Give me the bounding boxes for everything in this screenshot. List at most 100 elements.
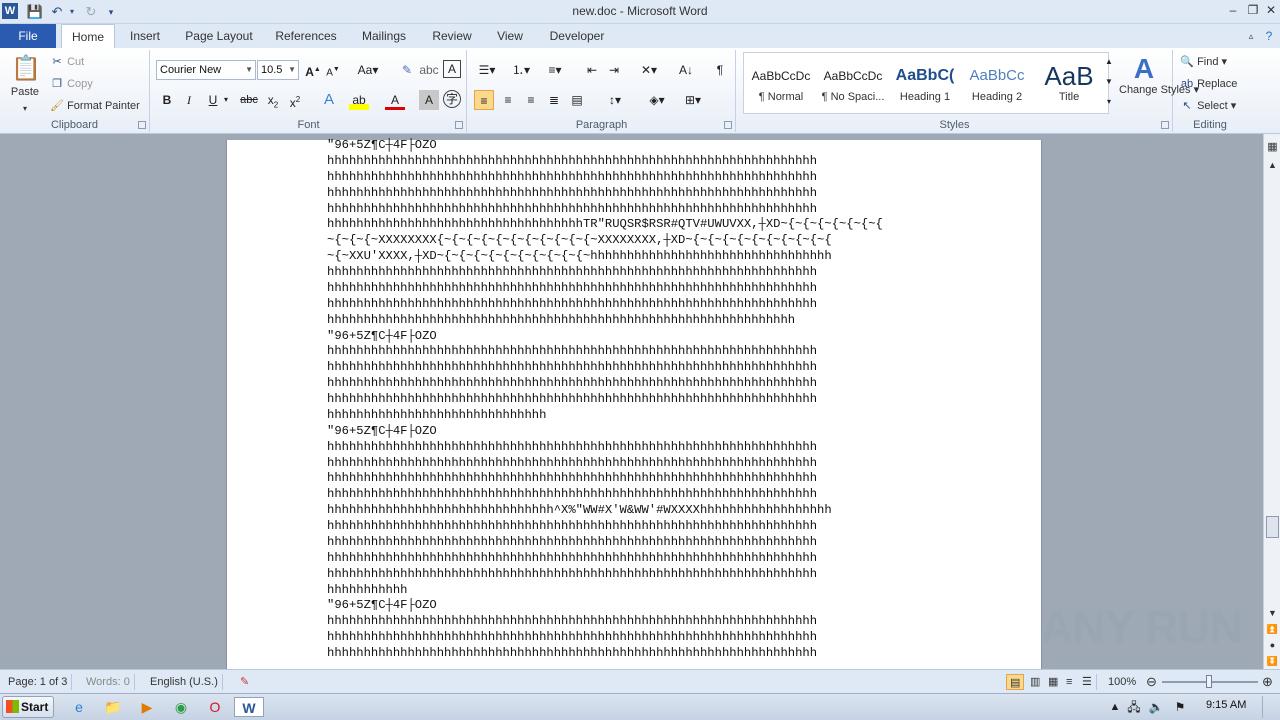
show-formatting-marks-icon[interactable]: ¶	[710, 60, 730, 80]
action-center-flag-icon[interactable]: ⚑	[1172, 697, 1188, 717]
chrome-icon[interactable]: ◉	[170, 697, 192, 717]
style-heading-2[interactable]: AaBbCc Heading 2	[962, 57, 1032, 113]
document-line[interactable]: hhhhhhhhhhhhhhhhhhhhhhhhhhhhhhhhhhhhhhhh…	[327, 567, 947, 583]
style-normal[interactable]: AaBbCcDc ¶ Normal	[746, 57, 816, 113]
phonetic-guide-icon[interactable]: abc	[419, 60, 439, 80]
document-line[interactable]: hhhhhhhhhhhhhhhhhhhhhhhhhhhhhhhhhhhhhhhh…	[327, 630, 947, 646]
styles-more-icon[interactable]: ▾	[1103, 92, 1115, 112]
document-line[interactable]: hhhhhhhhhhhhhhhhhhhhhhhhhhhhhhhhhhhhhhhh…	[327, 154, 947, 170]
paste-button[interactable]: 📋 Paste ▾	[8, 54, 42, 117]
document-line[interactable]: hhhhhhhhhhhhhhhhhhhhhhhhhhhhhhhhhhhhhhhh…	[327, 186, 947, 202]
superscript-icon[interactable]: x2	[285, 90, 305, 110]
word-taskbar-icon[interactable]: W	[234, 697, 264, 717]
change-case-icon[interactable]: Aa▾	[355, 60, 381, 80]
internet-explorer-icon[interactable]: e	[68, 697, 90, 717]
font-color-icon[interactable]: A	[385, 90, 405, 110]
zoom-out-icon[interactable]: ⊖	[1142, 674, 1161, 690]
document-line[interactable]: hhhhhhhhhhhhhhhhhhhhhhhhhhhhhhhhhhhTR"RU…	[327, 217, 947, 233]
multilevel-list-icon[interactable]: ≡▾	[542, 60, 568, 80]
bold-icon[interactable]: B	[157, 90, 177, 110]
outline-icon[interactable]: ≡	[1062, 674, 1076, 690]
copy-button[interactable]: ❐ Copy	[50, 76, 93, 92]
document-line[interactable]: hhhhhhhhhhh	[327, 583, 947, 599]
numbering-icon[interactable]: ⒈▾	[508, 60, 534, 80]
document-page[interactable]: "96+5Z¶C┼4F├OZO hhhhhhhhhhhhhhhhhhhhhhhhh…	[226, 138, 1042, 669]
document-line[interactable]: hhhhhhhhhhhhhhhhhhhhhhhhhhhhhhhhhhhhhhhh…	[327, 614, 947, 630]
minimize-ribbon-icon[interactable]: ▵	[1244, 24, 1258, 48]
select-browse-object-icon[interactable]: ●	[1266, 638, 1279, 652]
document-line[interactable]: hhhhhhhhhhhhhhhhhhhhhhhhhhhhhhhhhhhhhhhh…	[327, 376, 947, 392]
font-launcher-icon[interactable]	[455, 121, 463, 129]
document-line[interactable]: hhhhhhhhhhhhhhhhhhhhhhhhhhhhhhhhhhhhhhhh…	[327, 392, 947, 408]
font-size-combo[interactable]: 10.5 ▼	[257, 60, 299, 80]
language-indicator[interactable]: English (U.S.)	[146, 674, 223, 690]
close-icon[interactable]: ✕	[1262, 2, 1280, 18]
document-line[interactable]: hhhhhhhhhhhhhhhhhhhhhhhhhhhhhhhhhhhhhhhh…	[327, 265, 947, 281]
document-line[interactable]: hhhhhhhhhhhhhhhhhhhhhhhhhhhhhhhhhhhhhhhh…	[327, 646, 947, 662]
tab-developer[interactable]: Developer	[542, 24, 612, 48]
document-line[interactable]: hhhhhhhhhhhhhhhhhhhhhhhhhhhhhhhhhhhhhhhh…	[327, 519, 947, 535]
find-button[interactable]: 🔍 Find ▾	[1180, 54, 1227, 70]
styles-scroll-down-icon[interactable]: ▼	[1103, 72, 1115, 92]
decrease-indent-icon[interactable]: ⇤	[582, 60, 602, 80]
document-line[interactable]: hhhhhhhhhhhhhhhhhhhhhhhhhhhhhhhhhhhhhhhh…	[327, 170, 947, 186]
document-body[interactable]: "96+5Z¶C┼4F├OZO hhhhhhhhhhhhhhhhhhhhhhhhh…	[327, 138, 947, 662]
web-layout-icon[interactable]: ▦	[1044, 674, 1062, 690]
borders-icon[interactable]: ⊞▾	[680, 90, 706, 110]
styles-launcher-icon[interactable]	[1161, 121, 1169, 129]
tab-mailings[interactable]: Mailings	[354, 24, 414, 48]
change-styles-button[interactable]: A Change Styles ▾	[1119, 54, 1199, 97]
underline-dropdown-icon[interactable]: ▾	[221, 90, 231, 110]
media-player-icon[interactable]: ▶	[136, 697, 158, 717]
paragraph-launcher-icon[interactable]	[724, 121, 732, 129]
character-border-icon[interactable]: A	[443, 60, 461, 78]
document-line[interactable]: hhhhhhhhhhhhhhhhhhhhhhhhhhhhhhhhhhhhhhhh…	[327, 202, 947, 218]
tab-home[interactable]: Home	[61, 24, 115, 49]
document-line[interactable]: hhhhhhhhhhhhhhhhhhhhhhhhhhhhhhh^X%"WW#X'…	[327, 503, 947, 519]
distributed-icon[interactable]: ▤	[567, 90, 587, 110]
file-explorer-icon[interactable]: 📁	[102, 697, 124, 717]
document-line[interactable]: hhhhhhhhhhhhhhhhhhhhhhhhhhhhhhhhhhhhhhhh…	[327, 487, 947, 503]
document-line[interactable]: ~{~{~{~XXXXXXXX{~{~{~{~{~{~{~{~{~{~{~XXX…	[327, 233, 947, 249]
style-no-spacing[interactable]: AaBbCcDc ¶ No Spaci...	[818, 57, 888, 113]
grow-font-icon[interactable]: A▲	[303, 60, 323, 80]
previous-page-icon[interactable]: ⏫	[1266, 622, 1279, 636]
document-line[interactable]: hhhhhhhhhhhhhhhhhhhhhhhhhhhhhhhhhhhhhhhh…	[327, 471, 947, 487]
print-layout-icon[interactable]: ▤	[1006, 674, 1025, 690]
cut-button[interactable]: ✂ Cut	[50, 54, 84, 70]
clipboard-launcher-icon[interactable]	[138, 121, 146, 129]
restore-icon[interactable]: ❐	[1244, 2, 1262, 18]
network-icon[interactable]: 🖧	[1126, 697, 1142, 717]
enclose-characters-icon[interactable]: 字	[443, 90, 461, 108]
shading-icon[interactable]: ◈▾	[644, 90, 670, 110]
opera-icon[interactable]: O	[204, 697, 226, 717]
document-line[interactable]: "96+5Z¶C┼4F├OZO	[327, 598, 947, 614]
document-area[interactable]: "96+5Z¶C┼4F├OZO hhhhhhhhhhhhhhhhhhhhhhhhh…	[0, 134, 1263, 669]
scroll-thumb[interactable]	[1266, 516, 1279, 538]
align-center-icon[interactable]: ≡	[498, 90, 518, 110]
start-button[interactable]: Start	[2, 696, 54, 718]
zoom-in-icon[interactable]: ⊕	[1258, 674, 1277, 690]
document-line[interactable]: hhhhhhhhhhhhhhhhhhhhhhhhhhhhhh	[327, 408, 947, 424]
format-painter-button[interactable]: 🖌 Format Painter	[50, 98, 140, 114]
character-shading-icon[interactable]: A	[419, 90, 439, 110]
align-right-icon[interactable]: ≡	[521, 90, 541, 110]
document-line[interactable]: hhhhhhhhhhhhhhhhhhhhhhhhhhhhhhhhhhhhhhhh…	[327, 535, 947, 551]
strikethrough-icon[interactable]: abc	[239, 90, 259, 110]
tab-insert[interactable]: Insert	[122, 24, 168, 48]
style-heading-1[interactable]: AaBbC( Heading 1	[890, 57, 960, 113]
underline-icon[interactable]: U	[203, 90, 223, 110]
document-line[interactable]: hhhhhhhhhhhhhhhhhhhhhhhhhhhhhhhhhhhhhhhh…	[327, 281, 947, 297]
select-button[interactable]: ↖ Select ▾	[1180, 98, 1236, 114]
italic-icon[interactable]: I	[179, 90, 199, 110]
styles-scroll-up-icon[interactable]: ▲	[1103, 52, 1115, 72]
subscript-icon[interactable]: x2	[263, 90, 283, 110]
draft-icon[interactable]: ☰	[1078, 674, 1097, 690]
clock[interactable]: 9:15 AM	[1206, 699, 1246, 711]
proofing-icon[interactable]: ✎	[236, 674, 253, 690]
asian-layout-icon[interactable]: ✕▾	[636, 60, 662, 80]
text-effects-icon[interactable]: A	[319, 90, 339, 110]
font-name-combo[interactable]: Courier New ▼	[156, 60, 256, 80]
scroll-up-icon[interactable]: ▲	[1266, 158, 1279, 172]
document-line[interactable]: "96+5Z¶C┼4F├OZO	[327, 329, 947, 345]
